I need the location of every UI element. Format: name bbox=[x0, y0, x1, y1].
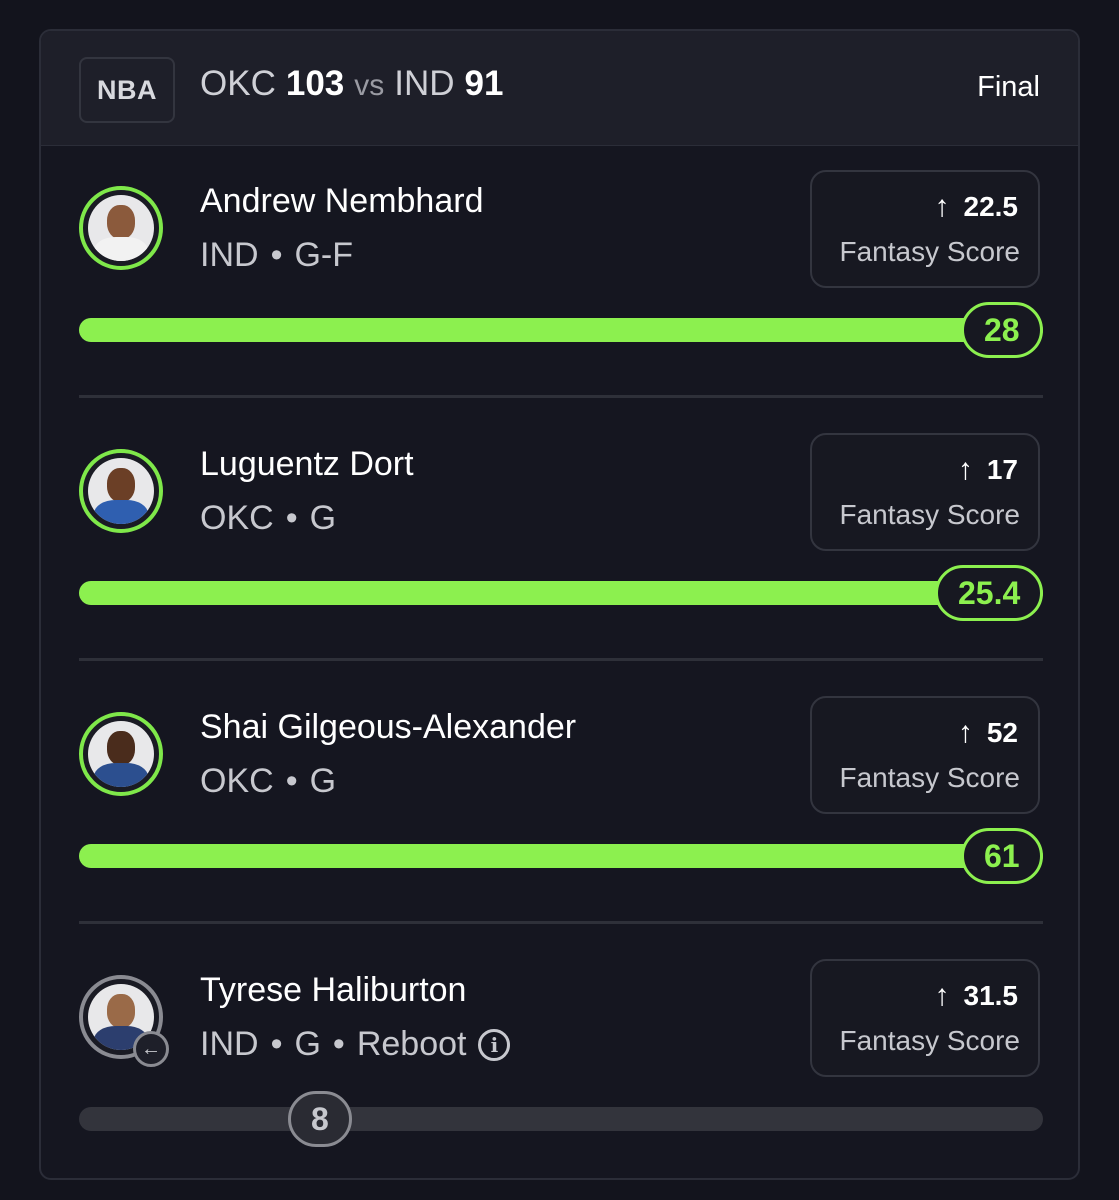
player-name: Luguentz Dort bbox=[200, 445, 414, 483]
actual-score-pill: 8 bbox=[288, 1091, 352, 1147]
game-status: Final bbox=[977, 71, 1040, 103]
projection-box[interactable]: ↑ 52 Fantasy Score bbox=[810, 696, 1040, 814]
separator-dot: • bbox=[285, 499, 298, 537]
away-team: IND bbox=[394, 64, 455, 103]
divider bbox=[79, 921, 1043, 924]
stat-label: Fantasy Score bbox=[839, 1025, 1020, 1056]
progress-track: 61 bbox=[79, 828, 1043, 884]
player-meta: OKC • G bbox=[200, 499, 336, 538]
stat-label: Fantasy Score bbox=[839, 762, 1020, 793]
projection-line: 31.5 bbox=[963, 980, 1019, 1011]
league-badge: NBA bbox=[79, 57, 175, 123]
progress-track: 28 bbox=[79, 302, 1043, 358]
player-position: G bbox=[309, 499, 337, 537]
projection-line: 22.5 bbox=[963, 191, 1019, 222]
actual-score-pill: 28 bbox=[961, 302, 1043, 358]
player-name: Tyrese Haliburton bbox=[200, 971, 467, 1009]
separator-dot: • bbox=[285, 762, 298, 800]
divider bbox=[79, 395, 1043, 398]
player-name: Shai Gilgeous-Alexander bbox=[200, 708, 577, 746]
away-score: 91 bbox=[464, 64, 504, 103]
matchup: OKC 103 vs IND 91 bbox=[200, 64, 503, 114]
info-icon[interactable]: i bbox=[478, 1028, 511, 1061]
projection-box[interactable]: ↑ 31.5 Fantasy Score bbox=[810, 959, 1040, 1077]
progress-fill bbox=[79, 844, 1043, 868]
projection-line: 17 bbox=[986, 454, 1018, 485]
separator-dot: • bbox=[270, 236, 283, 274]
game-card: NBA OKC 103 vs IND 91 Final Andrew Nembh… bbox=[39, 29, 1080, 1180]
actual-score-pill: 61 bbox=[961, 828, 1043, 884]
player-meta: IND • G • Reboot i bbox=[200, 1025, 511, 1064]
player-position: G bbox=[309, 762, 337, 800]
player-row[interactable]: Andrew Nembhard IND • G-F ↑ 22.5 Fantasy… bbox=[41, 146, 1078, 408]
reboot-tag: Reboot bbox=[356, 1025, 467, 1063]
arrow-up-icon: ↑ bbox=[934, 979, 950, 1012]
player-meta: IND • G-F bbox=[200, 236, 353, 275]
player-row[interactable]: Luguentz Dort OKC • G ↑ 17 Fantasy Score… bbox=[41, 409, 1078, 671]
progress-fill bbox=[79, 581, 1043, 605]
player-team: OKC bbox=[200, 762, 274, 800]
progress-fill bbox=[79, 318, 1043, 342]
player-position: G-F bbox=[294, 236, 354, 274]
progress-track: 25.4 bbox=[79, 565, 1044, 621]
home-score: 103 bbox=[285, 64, 345, 103]
home-team: OKC bbox=[200, 64, 276, 103]
vs-label: vs bbox=[354, 69, 385, 102]
avatar bbox=[79, 449, 163, 533]
avatar bbox=[79, 186, 163, 270]
player-team: OKC bbox=[200, 499, 274, 537]
arrow-up-icon: ↑ bbox=[934, 190, 950, 223]
player-position: G bbox=[294, 1025, 321, 1063]
projection-line: 52 bbox=[986, 717, 1018, 748]
game-header: NBA OKC 103 vs IND 91 Final bbox=[41, 31, 1078, 146]
separator-dot: • bbox=[270, 1025, 283, 1063]
player-row[interactable]: ← Tyrese Haliburton IND • G • Reboot i ↑… bbox=[41, 935, 1078, 1178]
player-meta: OKC • G bbox=[200, 762, 336, 801]
divider bbox=[79, 658, 1043, 661]
separator-dot: • bbox=[332, 1025, 345, 1063]
player-team: IND bbox=[200, 1025, 259, 1063]
actual-score-pill: 25.4 bbox=[935, 565, 1044, 621]
player-team: IND bbox=[200, 236, 259, 274]
avatar bbox=[79, 712, 163, 796]
arrow-up-icon: ↑ bbox=[957, 716, 973, 749]
arrow-up-icon: ↑ bbox=[957, 453, 973, 486]
player-name: Andrew Nembhard bbox=[200, 182, 484, 220]
projection-box[interactable]: ↑ 17 Fantasy Score bbox=[810, 433, 1040, 551]
progress-track: 8 bbox=[79, 1091, 1043, 1147]
stat-label: Fantasy Score bbox=[839, 236, 1020, 267]
stat-label: Fantasy Score bbox=[839, 499, 1020, 530]
projection-box[interactable]: ↑ 22.5 Fantasy Score bbox=[810, 170, 1040, 288]
player-row[interactable]: Shai Gilgeous-Alexander OKC • G ↑ 52 Fan… bbox=[41, 672, 1078, 934]
reboot-icon: ← bbox=[133, 1031, 169, 1067]
